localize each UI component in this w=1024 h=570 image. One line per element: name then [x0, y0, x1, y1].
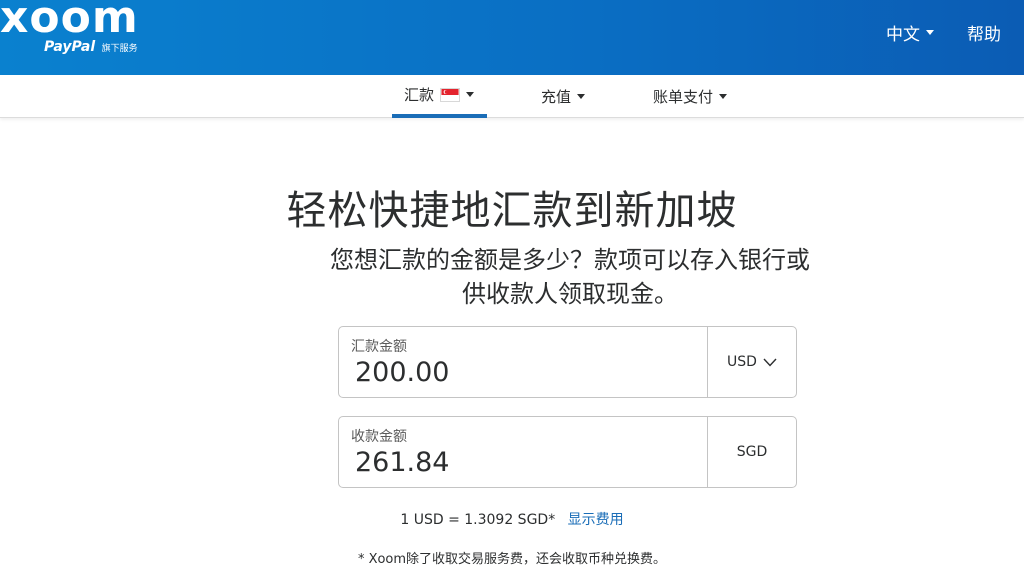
- caret-down-icon: [577, 94, 586, 99]
- send-amount-input[interactable]: [351, 353, 691, 391]
- nav-tab-reload[interactable]: 充值: [541, 75, 586, 118]
- caret-down-icon: [466, 92, 475, 97]
- top-header: xoom PayPal 旗下服务 中文 帮助: [0, 0, 1024, 75]
- send-currency-select[interactable]: USD: [707, 327, 796, 397]
- receive-amount-box: 收款金额 SGD: [338, 416, 797, 488]
- exchange-rate: 1 USD = 1.3092 SGD*: [400, 512, 556, 528]
- logo-subline: PayPal 旗下服务: [44, 38, 138, 56]
- caret-down-icon: [719, 94, 728, 99]
- show-fees-link[interactable]: 显示费用: [568, 512, 624, 528]
- send-currency-code: USD: [727, 354, 757, 370]
- language-dropdown[interactable]: 中文: [886, 20, 934, 45]
- receive-amount-input[interactable]: [351, 443, 691, 481]
- singapore-flag-icon: [440, 87, 461, 102]
- logo-tagline: 旗下服务: [101, 43, 138, 53]
- receive-currency: SGD: [707, 417, 796, 487]
- paypal-wordmark: PayPal: [44, 39, 96, 55]
- help-link[interactable]: 帮助: [967, 20, 1001, 45]
- chevron-down-icon: [763, 358, 777, 367]
- nav-tab-label: 汇款: [404, 87, 435, 104]
- language-label: 中文: [886, 25, 920, 44]
- receive-currency-code: SGD: [736, 444, 768, 460]
- page-subtitle: 您想汇款的金额是多少？款项可以存入银行或供收款人领取现金。: [330, 247, 810, 308]
- nav-tab-label: 账单支付: [653, 89, 714, 106]
- xoom-paypal-logo[interactable]: xoom PayPal 旗下服务: [0, 0, 150, 60]
- caret-down-icon: [926, 30, 934, 35]
- nav-tab-label: 充值: [541, 89, 572, 106]
- nav-tab-bill-pay[interactable]: 账单支付: [653, 75, 728, 118]
- fee-footnote: * Xoom除了收取交易服务费，还会收取币种兑换费。: [357, 552, 667, 567]
- nav-tab-send-money[interactable]: 汇款: [392, 75, 487, 118]
- page-title: 轻松快捷地汇款到新加坡: [286, 189, 738, 233]
- send-amount-box: 汇款金额 USD: [338, 326, 797, 398]
- exchange-rate-line: 1 USD = 1.3092 SGD* 显示费用: [0, 509, 1024, 529]
- service-nav: 汇款 充值 账单支付: [0, 75, 1024, 118]
